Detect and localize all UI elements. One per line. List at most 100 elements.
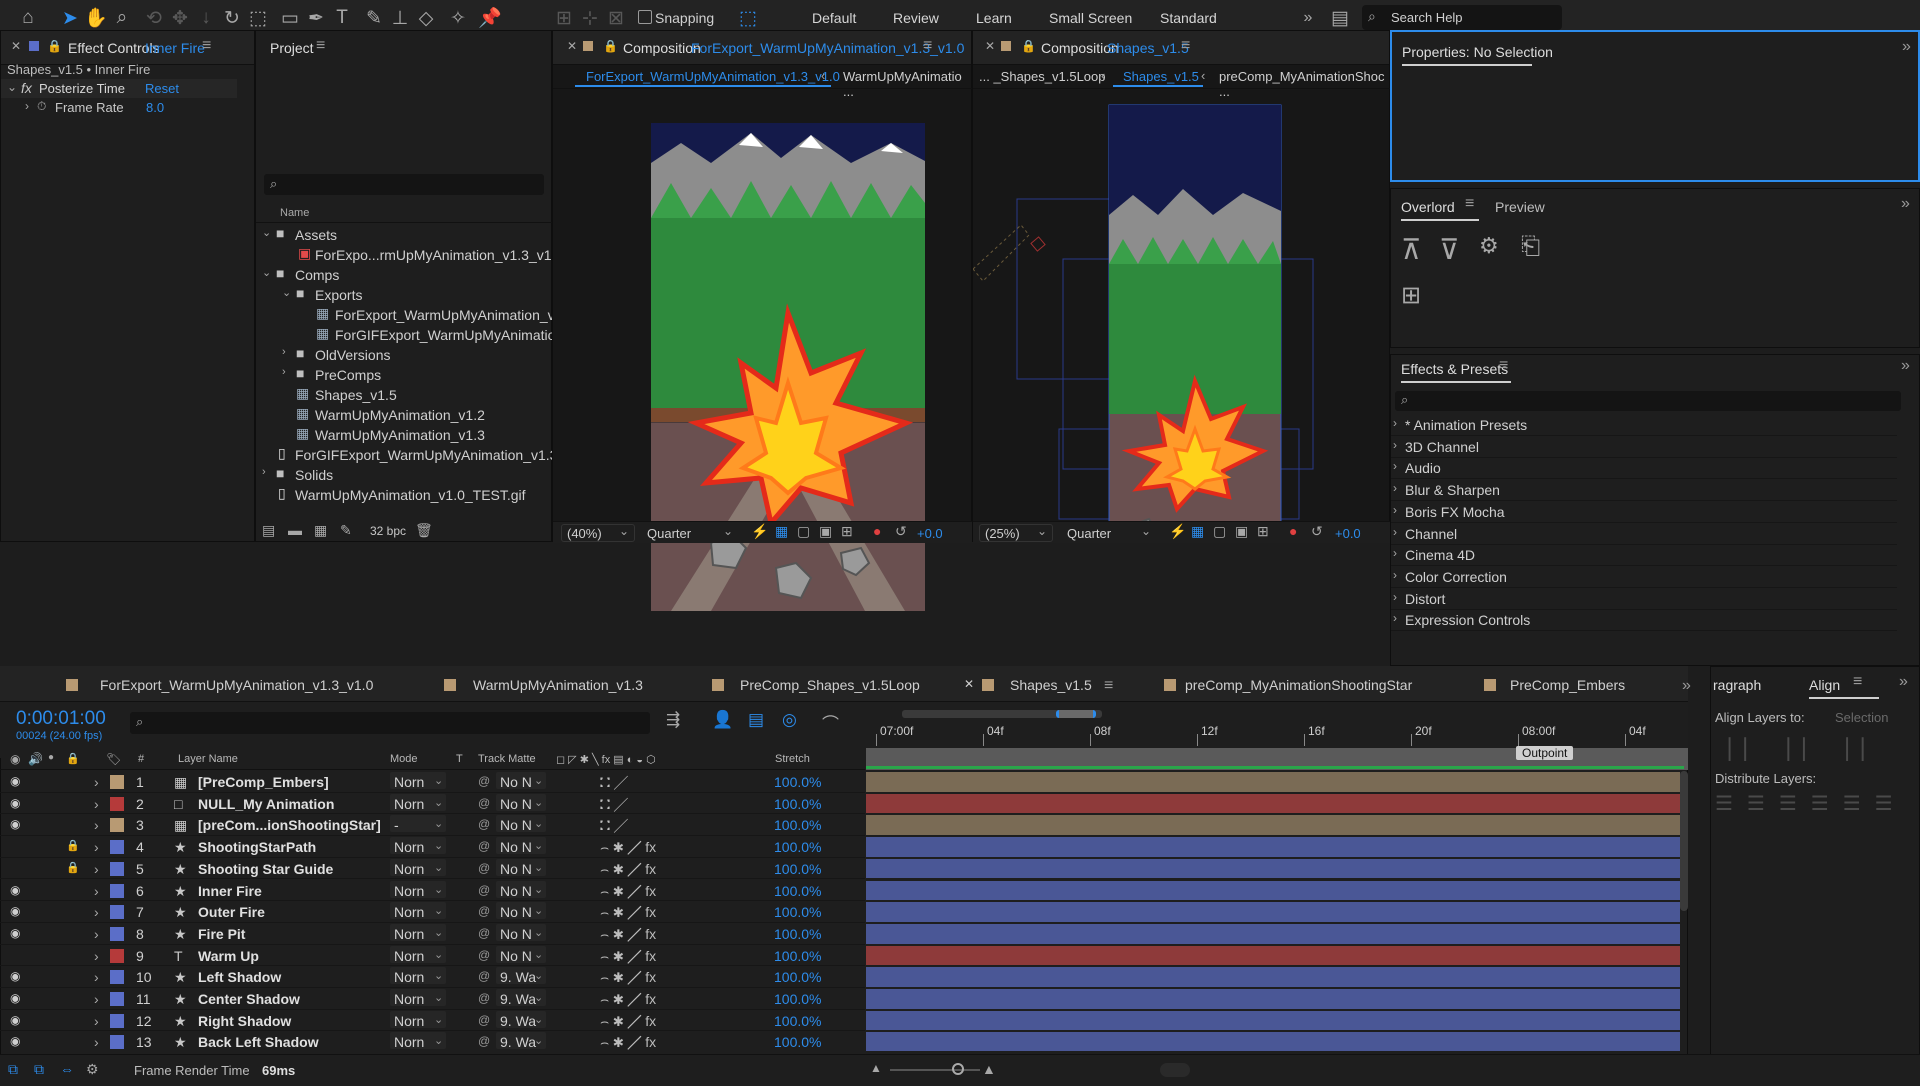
effect-controls-layer[interactable]: Inner Fire (145, 40, 205, 56)
column-name[interactable]: Name (280, 207, 309, 219)
overlord-tab[interactable]: Overlord (1401, 199, 1455, 215)
effect-reset-button[interactable]: Reset (145, 81, 179, 96)
current-timecode[interactable]: 0:00:01:00 (16, 708, 106, 730)
layer-switches[interactable]: ⛚ ╱ (600, 774, 628, 791)
chevron-right-icon[interactable]: › (25, 99, 29, 113)
channel-icon[interactable]: ● (873, 523, 881, 539)
layer-row[interactable]: ◉ › 7 ★ Outer Fire Norn ⌄ @ No N ⌄ ⌢ ✱ ╱ fx 100.0% (0, 901, 865, 923)
layer-name[interactable]: Outer Fire (198, 904, 265, 920)
layer-row[interactable]: ◉ › 6 ★ Inner Fire Norn ⌄ @ No N ⌄ ⌢ ✱ ╱ fx 100.0% (0, 880, 865, 902)
search-help-field[interactable]: ⌕ Search Help (1362, 5, 1562, 30)
project-item[interactable]: ▯ WarmUpMyAnimation_v1.0_TEST.gif (256, 485, 552, 506)
effects-category[interactable]: › Distort (1391, 589, 1897, 610)
eye-icon[interactable]: ◉ (10, 926, 20, 940)
track-matte-link-icon[interactable]: @ (478, 774, 490, 788)
layer-switches[interactable]: ⛚ ╱ (600, 817, 628, 834)
fast-previews-icon[interactable]: ⚡ (1169, 523, 1186, 540)
align-buttons[interactable]: ▕▏▕▏▕▏ (1715, 737, 1891, 762)
more-icon[interactable]: » (1899, 673, 1908, 691)
frame-blending-icon[interactable]: ▤ (748, 710, 764, 730)
brush-tool-icon[interactable]: ✎ (360, 4, 388, 32)
trash-icon[interactable]: 🗑 (415, 522, 433, 539)
layer-search-field[interactable]: ⌕ (130, 712, 650, 734)
interpret-footage-icon[interactable]: ▤ (262, 522, 275, 539)
align-tab[interactable]: Align (1809, 677, 1840, 693)
breadcrumb-next[interactable]: WarmUpMyAnimatio ... (843, 69, 973, 99)
layer-name[interactable]: Fire Pit (198, 926, 245, 942)
panel-menu-icon[interactable]: ≡ (316, 37, 325, 55)
lock-icon[interactable]: 🔒 (66, 861, 80, 874)
close-icon[interactable]: ✕ (567, 39, 577, 53)
fast-previews-icon[interactable]: ⚡ (751, 523, 768, 540)
project-item[interactable]: › ■ Solids (256, 465, 552, 486)
layer-row[interactable]: ◉ › 13 ★ Back Left Shadow Norn ⌄ @9. Wa ⌄ ⌢ ✱ ╱ f… (0, 1031, 865, 1051)
chevron-right-icon[interactable]: › (94, 969, 99, 985)
comp1-label[interactable]: Composition (623, 40, 701, 56)
chevron-right-icon[interactable]: › (94, 817, 99, 833)
project-item[interactable]: ▦ ForExport_WarmUpMyAnimation_v1.3_ (256, 305, 582, 326)
stretch-value[interactable]: 100.0% (774, 839, 821, 855)
layer-switches[interactable]: ⌢ ✱ ╱ fx (600, 1034, 656, 1051)
zoom-in-icon[interactable]: ▲ (982, 1061, 996, 1077)
layer-row[interactable]: ◉ › 12 ★ Right Shadow Norn ⌄ @9. Wa ⌄ ⌢ ✱ ╱ fx 100… (0, 1010, 865, 1032)
panel-menu-icon[interactable]: ≡ (923, 37, 932, 55)
panel-menu-icon[interactable]: ≡ (1181, 37, 1190, 55)
pan-behind-icon[interactable]: ⬚ (244, 4, 272, 32)
project-item[interactable]: ⌄ ■ Comps (256, 265, 552, 286)
project-item[interactable]: ▣ ForExpo...rmUpMyAnimation_v1.3_v1.0_Re (256, 245, 589, 266)
comp2-name[interactable]: Shapes_v1.5 (1107, 40, 1189, 56)
pan-camera-icon[interactable]: ✥ (166, 4, 194, 32)
effect-row[interactable]: ⌄ fx Posterize Time Reset (1, 79, 237, 98)
breadcrumb-prev[interactable]: ... _Shapes_v1.5Loop (979, 69, 1106, 84)
grid-guides-icon[interactable]: ⊞ (841, 523, 853, 540)
layer-switches[interactable]: ⌢ ✱ ╱ fx (600, 991, 656, 1008)
exposure-reset-icon[interactable]: ↺ (1311, 523, 1323, 540)
lock-icon[interactable]: 🔒 (66, 752, 80, 765)
panel-menu-icon[interactable]: ≡ (202, 37, 211, 55)
layer-duration-bar[interactable] (866, 945, 1680, 966)
layer-duration-bar[interactable] (866, 837, 1680, 857)
label-color[interactable] (110, 861, 124, 876)
chevron-right-icon[interactable]: › (94, 883, 99, 899)
close-icon[interactable]: ✕ (985, 39, 995, 53)
more-icon[interactable]: » (1901, 357, 1910, 375)
new-composition-icon[interactable]: ▦ (314, 522, 327, 539)
rotation-tool-icon[interactable]: ↻ (218, 4, 246, 32)
overlord-settings-icon[interactable]: ⚙ (1479, 233, 1499, 259)
effects-category[interactable]: › 3D Channel (1391, 437, 1897, 458)
layer-row[interactable]: ◉ › 11 ★ Center Shadow Norn ⌄ @9. Wa ⌄ ⌢ ✱ ╱ fx 10… (0, 988, 865, 1010)
layer-row[interactable]: 🔒 › 5 ★ Shooting Star Guide Norn ⌄ @ No N ⌄ ⌢ ✱ ╱ … (0, 858, 865, 880)
effects-search-field[interactable]: ⌕ (1395, 391, 1901, 411)
label-color[interactable] (110, 1013, 124, 1028)
stretch-value[interactable]: 100.0% (774, 926, 821, 942)
bit-depth-button[interactable]: 32 bpc (370, 524, 406, 538)
distribute-buttons[interactable]: ☰☰☰☰☰☰ (1715, 791, 1907, 816)
paragraph-tab[interactable]: ragraph (1713, 677, 1761, 693)
layer-name[interactable]: Warm Up (198, 948, 259, 964)
pull-from-ai-icon[interactable]: ⊽ (1439, 233, 1460, 266)
snapping-checkbox[interactable] (638, 10, 652, 24)
zoom-out-icon[interactable]: ▲ (870, 1061, 882, 1075)
chevron-right-icon[interactable]: › (94, 948, 99, 964)
layer-switches[interactable]: ⌢ ✱ ╱ fx (600, 861, 656, 878)
project-search-field[interactable]: ⌕ (264, 174, 544, 195)
motion-blur-icon[interactable]: ◎ (782, 710, 797, 730)
type-tool-icon[interactable]: T (328, 4, 356, 32)
more-icon[interactable]: » (1901, 195, 1910, 213)
lock-icon[interactable]: 🔒 (1021, 39, 1036, 53)
preview-tab[interactable]: Preview (1495, 199, 1545, 215)
effects-category[interactable]: › * Animation Presets (1391, 415, 1897, 436)
track-matte-link-icon[interactable]: @ (478, 883, 490, 897)
new-folder-icon[interactable]: ▬ (288, 522, 302, 538)
project-item[interactable]: › ■ PreComps (256, 365, 552, 386)
close-icon[interactable]: ✕ (11, 39, 21, 53)
layer-switches[interactable]: ⌢ ✱ ╱ fx (600, 839, 656, 856)
stretch-value[interactable]: 100.0% (774, 1013, 821, 1029)
align-to-dropdown[interactable]: Selection (1835, 710, 1888, 725)
layer-row[interactable]: ◉ › 1 ▦ [PreComp_Embers] Norn ⌄ @ No N ⌄ ⛚ ╱ 100.0% (0, 771, 865, 793)
track-matte-link-icon[interactable]: @ (478, 839, 490, 853)
label-color[interactable] (110, 775, 124, 789)
roto-brush-icon[interactable]: ✧ (444, 4, 472, 32)
effects-category[interactable]: › Color Correction (1391, 567, 1897, 588)
breadcrumb-active[interactable]: Shapes_v1.5 (1123, 69, 1199, 84)
